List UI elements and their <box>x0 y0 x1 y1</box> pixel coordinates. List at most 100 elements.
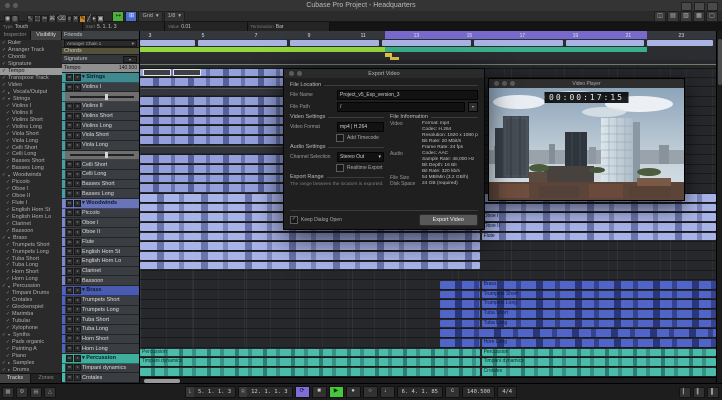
check-icon[interactable]: ✓ <box>0 82 8 88</box>
track-header-woodwinds[interactable]: m s ▾ Woodwinds <box>62 198 139 209</box>
midi-clip[interactable] <box>140 261 480 270</box>
visibility-item[interactable]: ✓ ▾ Percussion <box>0 283 62 290</box>
visibility-item[interactable]: ✓ Video <box>0 82 62 89</box>
solo-button[interactable]: s <box>74 335 81 343</box>
mute-button[interactable]: m <box>66 296 73 304</box>
vertical-scrollbar[interactable] <box>716 31 722 383</box>
solo-button[interactable]: s <box>74 199 81 207</box>
mute-button[interactable]: m <box>66 170 73 178</box>
mute-button[interactable]: m <box>66 112 73 120</box>
midi-clip[interactable]: Brass <box>481 280 716 289</box>
solo-button[interactable]: s <box>74 345 81 353</box>
track-header-violas[interactable] <box>62 150 139 161</box>
chord-events[interactable] <box>384 46 647 52</box>
visibility-item[interactable]: ✓ ▸ Vocals/Output <box>0 89 62 96</box>
solo-button[interactable]: s <box>74 209 81 217</box>
zones-icon[interactable]: ▦ <box>693 10 705 22</box>
mute-button[interactable]: m <box>66 257 73 265</box>
mute-button[interactable]: m <box>66 248 73 256</box>
visibility-item[interactable]: ✓ Xylophone <box>0 324 62 331</box>
check-icon[interactable]: ✓ <box>4 124 12 130</box>
visibility-item[interactable]: ✓ ▾ Synths <box>0 331 62 338</box>
visibility-item[interactable]: ✓ Violins II <box>0 109 62 116</box>
check-icon[interactable]: ✓ <box>0 68 8 74</box>
track-header-piccolo[interactable]: m s Piccolo <box>62 208 139 219</box>
add-timecode-checkbox[interactable] <box>336 134 344 142</box>
file-path-input[interactable]: / <box>337 102 465 112</box>
mute-button[interactable]: m <box>66 374 73 382</box>
visibility-item[interactable]: ✓ Celli Long <box>0 151 62 158</box>
solo-button[interactable]: s <box>74 316 81 324</box>
cycle-button[interactable]: ⟳ <box>294 386 310 398</box>
visibility-item[interactable]: ✓ Signature <box>0 61 62 68</box>
volume-fader[interactable] <box>70 151 134 158</box>
visibility-item[interactable]: ✓ Viola Long <box>0 137 62 144</box>
visibility-item[interactable]: ✓ Horn Long <box>0 276 62 283</box>
solo-button[interactable]: s <box>74 180 81 188</box>
solo-button[interactable]: s <box>74 257 81 265</box>
arrangement-lane[interactable]: Crotales <box>140 367 716 377</box>
arrangement-lane[interactable]: Trumpets Short <box>140 290 716 300</box>
mute-button[interactable]: m <box>66 354 73 362</box>
track-header-tuba-short[interactable]: m s Tuba Short <box>62 315 139 325</box>
track-header-clarinet[interactable]: m s Clarinet <box>62 266 139 277</box>
visibility-item[interactable]: ✓ Trumpets Long <box>0 248 62 255</box>
arrangement-lane[interactable] <box>140 271 716 281</box>
arranger-event[interactable] <box>474 39 564 46</box>
mute-button[interactable]: m <box>66 277 73 285</box>
arranger-event[interactable] <box>289 39 380 46</box>
visibility-item[interactable]: ✓ Piano <box>0 352 62 359</box>
arranger-chain-dropdown[interactable]: Arranger Chain 1 ▾ <box>64 40 137 47</box>
autoscroll-button[interactable]: ↦ <box>112 10 125 22</box>
mute-button[interactable]: m <box>66 316 73 324</box>
visibility-item[interactable]: ✓ Horn Short <box>0 269 62 276</box>
check-icon[interactable]: ✓ <box>0 61 8 67</box>
midi-clip[interactable] <box>439 329 716 337</box>
tab-tracks[interactable]: Tracks <box>0 374 31 383</box>
track-header-crotales[interactable]: m s Crotales <box>62 373 139 383</box>
visibility-item[interactable]: ✓ English Horn St <box>0 207 62 214</box>
snap-button[interactable]: ⊞ <box>125 10 138 22</box>
solo-button[interactable]: s <box>74 83 81 91</box>
grid-type-dropdown[interactable]: Grid ▾ <box>138 10 163 22</box>
quantize-dropdown[interactable]: 1/8 ▾ <box>163 10 186 22</box>
mute-button[interactable]: m <box>66 335 73 343</box>
solo-button[interactable]: s <box>74 325 81 333</box>
midi-clip[interactable] <box>140 251 480 260</box>
visibility-item[interactable]: ✓ Arranger Track <box>0 47 62 54</box>
check-icon[interactable]: ✓ <box>4 193 12 199</box>
racks-icon[interactable]: ▤ <box>667 10 679 22</box>
mute-button[interactable]: m <box>66 209 73 217</box>
visibility-item[interactable]: ✓ Crotales <box>0 297 62 304</box>
visibility-item[interactable]: ✓ Flute I <box>0 200 62 207</box>
right-locator[interactable]: R 12. 1. 1. 3 <box>238 386 293 398</box>
track-header-basses-short[interactable]: m s Basses Short <box>62 179 139 190</box>
mute-button[interactable]: m <box>66 345 73 353</box>
check-icon[interactable]: ✓ <box>0 96 8 102</box>
check-icon[interactable]: ✓ <box>4 290 12 296</box>
track-header-trumpets-short[interactable]: m s Trumpets Short <box>62 295 139 306</box>
visibility-item[interactable]: ✓ Timpani Drums <box>0 290 62 297</box>
track-header-tuba-long[interactable]: m s Tuba Long <box>62 324 139 335</box>
visibility-item[interactable]: ✓ Basses Short <box>0 158 62 165</box>
check-icon[interactable]: ✓ <box>4 242 12 248</box>
channel-selection-dropdown[interactable]: Stereo Out ▾ <box>337 152 384 162</box>
midi-clip[interactable]: Percussion <box>140 348 480 357</box>
tempo-display[interactable]: 140.500 <box>462 386 496 398</box>
visibility-item[interactable]: ✓ Viola Short <box>0 130 62 137</box>
check-icon[interactable]: ✓ <box>4 131 12 137</box>
playhead-position-display[interactable]: 6. 4. 1. 85 <box>396 386 443 398</box>
midi-clip[interactable] <box>439 319 480 328</box>
mute-button[interactable]: m <box>66 73 73 81</box>
track-header-oboe-i[interactable]: m s Oboe I <box>62 218 139 228</box>
check-icon[interactable]: ✓ <box>0 235 8 241</box>
check-icon[interactable]: ✓ <box>4 311 12 317</box>
visibility-item[interactable]: ✓ Tempo <box>0 67 62 75</box>
visibility-item[interactable]: ✓ ▾ Brass <box>0 234 62 241</box>
solo-button[interactable]: s <box>74 190 81 198</box>
metronome-icon[interactable]: △ <box>44 387 56 398</box>
check-icon[interactable]: ✓ <box>4 256 12 262</box>
track-header-trumpets-long[interactable]: m s Trumpets Long <box>62 305 139 316</box>
add-timecode-checkbox-row[interactable]: Add Timecode <box>336 134 384 142</box>
arranger-event[interactable] <box>140 39 195 46</box>
